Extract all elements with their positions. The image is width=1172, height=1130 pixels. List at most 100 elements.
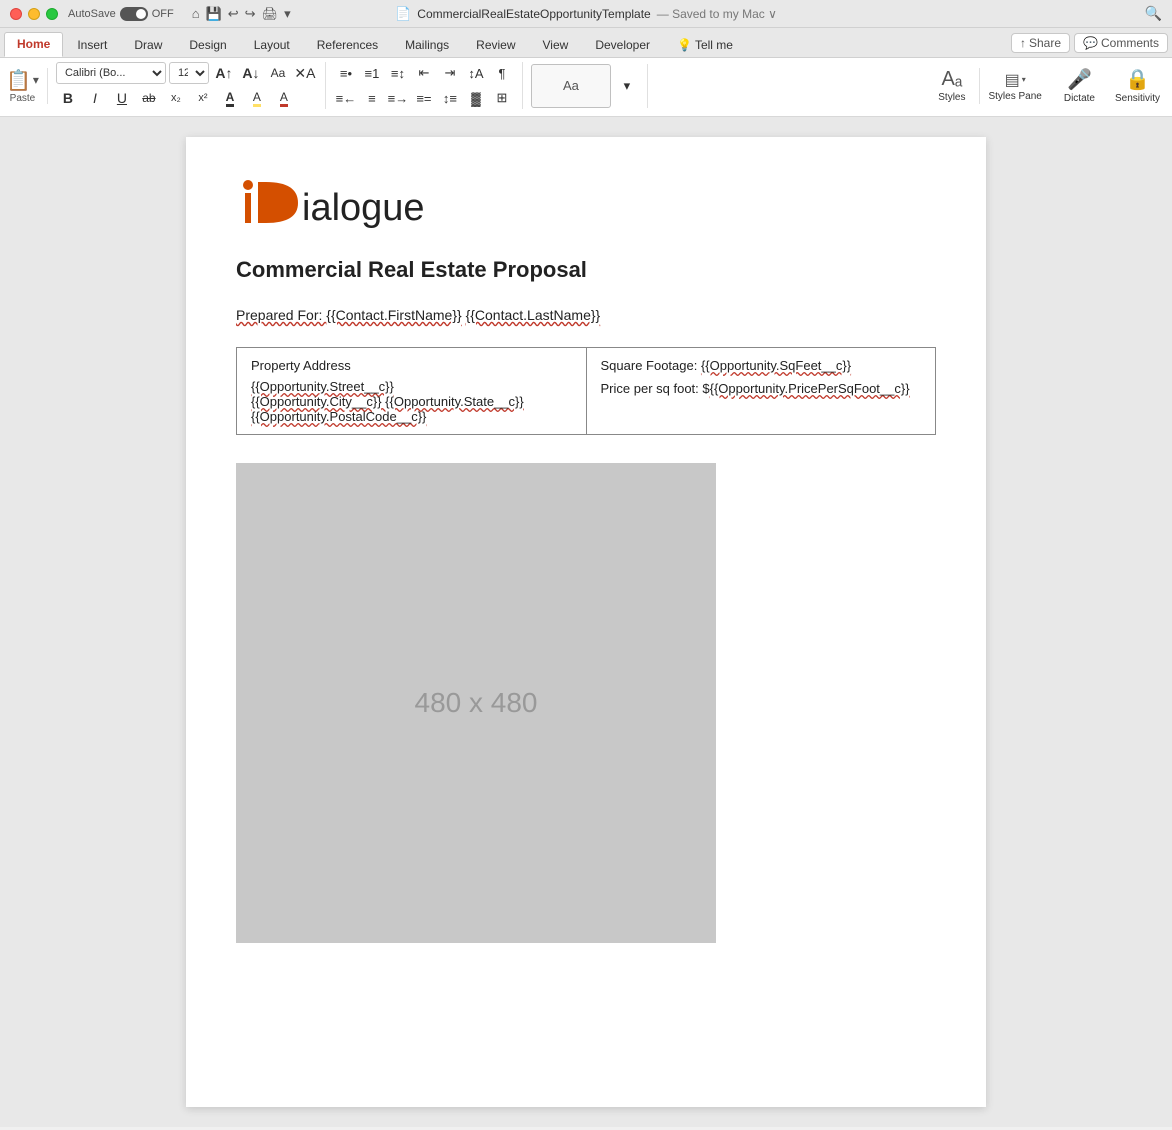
- table-cell-details: Square Footage: {{Opportunity.SqFeet__c}…: [586, 348, 936, 435]
- bullets-button[interactable]: ≡•: [334, 62, 358, 84]
- styles-pane-button[interactable]: ▤ ▾ Styles Pane: [979, 68, 1049, 104]
- increase-indent-button[interactable]: ⇥: [438, 62, 462, 84]
- prepared-for: Prepared For: {{Contact.FirstName}} {{Co…: [236, 307, 936, 323]
- logo-area: ialogue: [236, 177, 936, 237]
- show-formatting-button[interactable]: ¶: [490, 62, 514, 84]
- comment-icon: 💬: [1083, 36, 1098, 50]
- undo-icon[interactable]: ↩: [228, 6, 239, 22]
- titlebar: AutoSave OFF ⌂ 💾 ↩ ↪ 🖨 ▾ 📄 CommercialRea…: [0, 0, 1172, 28]
- font-color2-button[interactable]: A: [272, 87, 296, 109]
- home-icon[interactable]: ⌂: [192, 6, 200, 21]
- styles-preview[interactable]: Aa: [531, 64, 611, 108]
- sqft-row: Square Footage: {{Opportunity.SqFeet__c}…: [601, 358, 922, 373]
- tab-developer[interactable]: Developer: [582, 33, 663, 57]
- multilevel-button[interactable]: ≡↕: [386, 62, 410, 84]
- comments-button[interactable]: 💬 Comments: [1074, 33, 1168, 53]
- maximize-button[interactable]: [46, 8, 58, 20]
- share-icon: ↑: [1020, 36, 1026, 50]
- sort-button[interactable]: ↕A: [464, 62, 488, 84]
- shading-button[interactable]: ▓: [464, 87, 488, 109]
- image-placeholder-text: 480 x 480: [415, 687, 538, 719]
- print-icon[interactable]: 🖨: [262, 6, 279, 22]
- decrease-indent-button[interactable]: ⇤: [412, 62, 436, 84]
- tab-layout[interactable]: Layout: [241, 33, 303, 57]
- document-area: ialogue Commercial Real Estate Proposal …: [0, 117, 1172, 1127]
- city-state-field: {{Opportunity.City__c}} {{Opportunity.St…: [251, 394, 572, 409]
- minimize-button[interactable]: [28, 8, 40, 20]
- tab-design[interactable]: Design: [176, 33, 239, 57]
- underline-button[interactable]: U: [110, 87, 134, 109]
- line-spacing-button[interactable]: ↕≡: [438, 87, 462, 109]
- align-right-button[interactable]: ≡→: [386, 87, 410, 109]
- font-group: Calibri (Bo... 12 A↑ A↓ Aa ✕A B I U ab x…: [56, 62, 326, 109]
- table-row: Property Address {{Opportunity.Street__c…: [237, 348, 936, 435]
- tab-draw[interactable]: Draw: [121, 33, 175, 57]
- autosave-toggle[interactable]: [120, 7, 148, 21]
- align-left-button[interactable]: ≡←: [334, 87, 358, 109]
- document-title: Commercial Real Estate Proposal: [236, 257, 936, 283]
- table-cell-address: Property Address {{Opportunity.Street__c…: [237, 348, 587, 435]
- image-placeholder: 480 x 480: [236, 463, 716, 943]
- save-icon[interactable]: 💾: [206, 6, 222, 22]
- ribbon-actions: ↑ Share 💬 Comments: [1011, 33, 1168, 57]
- styles-button[interactable]: Aₐ Styles: [932, 66, 971, 105]
- paste-icon[interactable]: 📋: [6, 68, 31, 93]
- address-heading: Property Address: [251, 358, 572, 373]
- shrink-font-button[interactable]: A↓: [239, 62, 263, 84]
- highlight-button[interactable]: A: [245, 87, 269, 109]
- paragraph-group: ≡• ≡1 ≡↕ ⇤ ⇥ ↕A ¶ ≡← ≡ ≡→ ≡= ↕≡ ▓ ⊞: [334, 62, 523, 109]
- align-center-button[interactable]: ≡: [360, 87, 384, 109]
- borders-button[interactable]: ⊞: [490, 87, 514, 109]
- ribbon-toolbar: 📋 ▾ Paste Calibri (Bo... 12 A↑ A↓ Aa ✕: [0, 58, 1172, 117]
- redo-icon[interactable]: ↪: [245, 6, 256, 22]
- italic-button[interactable]: I: [83, 87, 107, 109]
- paste-label: Paste: [10, 93, 36, 104]
- svg-text:ialogue: ialogue: [302, 187, 425, 229]
- contact-lastname-field: {{Contact.LastName}}: [466, 307, 601, 323]
- tab-view[interactable]: View: [530, 33, 582, 57]
- clear-format-button[interactable]: ✕A: [293, 62, 317, 84]
- tab-mailings[interactable]: Mailings: [392, 33, 462, 57]
- search-icon[interactable]: 🔍: [1145, 5, 1162, 22]
- document-page: ialogue Commercial Real Estate Proposal …: [186, 137, 986, 1107]
- ribbon-tabs: Home Insert Draw Design Layout Reference…: [0, 28, 1172, 58]
- styles-dropdown-button[interactable]: ▾: [615, 75, 639, 97]
- numbering-button[interactable]: ≡1: [360, 62, 384, 84]
- share-button[interactable]: ↑ Share: [1011, 33, 1070, 53]
- bold-button[interactable]: B: [56, 87, 80, 109]
- font-color-button[interactable]: A: [218, 87, 242, 109]
- traffic-lights: [10, 8, 58, 20]
- dictate-button[interactable]: 🎤 Dictate: [1058, 65, 1101, 106]
- price-row: Price per sq foot: ${{Opportunity.PriceP…: [601, 381, 922, 396]
- strikethrough-button[interactable]: ab: [137, 87, 161, 109]
- property-table: Property Address {{Opportunity.Street__c…: [236, 347, 936, 435]
- sqft-field: {{Opportunity.SqFeet__c}}: [701, 358, 851, 373]
- justify-button[interactable]: ≡=: [412, 87, 436, 109]
- ribbon-row1: 📋 ▾ Paste Calibri (Bo... 12 A↑ A↓ Aa ✕: [6, 62, 1166, 109]
- postal-field: {{Opportunity.PostalCode__c}}: [251, 409, 572, 424]
- tab-tell-me[interactable]: 💡 Tell me: [664, 33, 746, 57]
- font-size-select[interactable]: 12: [169, 62, 209, 84]
- superscript-button[interactable]: x²: [191, 87, 215, 109]
- tab-home[interactable]: Home: [4, 32, 63, 57]
- case-button[interactable]: Aa: [266, 62, 290, 84]
- logo-svg: ialogue: [236, 177, 516, 232]
- autosave-label: AutoSave OFF: [68, 7, 174, 21]
- sensitivity-button[interactable]: 🔒 Sensitivity: [1109, 65, 1166, 106]
- styles-pane-icon: ▤: [1005, 70, 1020, 90]
- tab-references[interactable]: References: [304, 33, 391, 57]
- font-name-select[interactable]: Calibri (Bo...: [56, 62, 166, 84]
- paste-group: 📋 ▾ Paste: [6, 68, 48, 104]
- grow-font-button[interactable]: A↑: [212, 62, 236, 84]
- titlebar-filename: 📄 CommercialRealEstateOpportunityTemplat…: [395, 6, 777, 22]
- paste-dropdown-icon[interactable]: ▾: [33, 73, 39, 87]
- sensitivity-icon: 🔒: [1125, 67, 1150, 92]
- close-button[interactable]: [10, 8, 22, 20]
- tab-review[interactable]: Review: [463, 33, 528, 57]
- street-field: {{Opportunity.Street__c}}: [251, 379, 572, 394]
- styles-group: Aa ▾: [531, 64, 648, 108]
- tab-insert[interactable]: Insert: [64, 33, 120, 57]
- subscript-button[interactable]: x₂: [164, 87, 188, 109]
- styles-icon: Aₐ: [941, 68, 962, 91]
- more-icon[interactable]: ▾: [284, 6, 291, 22]
